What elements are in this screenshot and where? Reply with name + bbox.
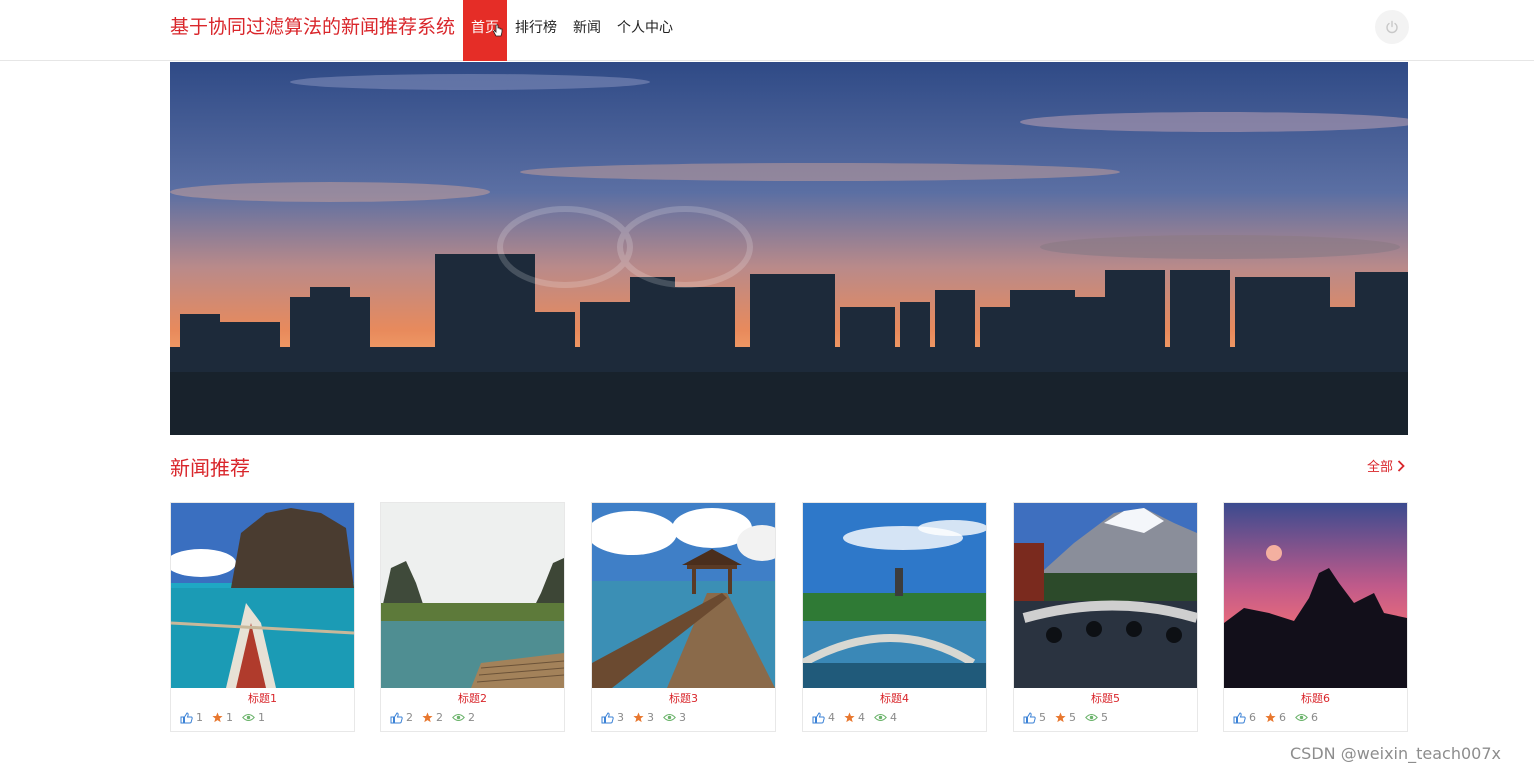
view-all-label: 全部 — [1367, 460, 1394, 475]
news-thumbnail-image[interactable] — [171, 503, 354, 688]
news-title[interactable]: 标题4 — [803, 691, 986, 707]
view-count: 4 — [890, 711, 897, 724]
news-title[interactable]: 标题1 — [171, 691, 354, 707]
view-count: 1 — [258, 711, 265, 724]
news-thumbnail-image[interactable] — [1014, 503, 1197, 688]
nav-item-ranking[interactable]: 排行榜 — [507, 0, 565, 61]
view-all-link[interactable]: 全部 — [1367, 456, 1405, 475]
star-icon[interactable] — [844, 712, 855, 723]
star-count: 1 — [226, 711, 233, 724]
news-thumbnail-image[interactable] — [381, 503, 564, 688]
news-card[interactable]: 标题6 6 6 6 — [1223, 502, 1408, 732]
like-count: 4 — [828, 711, 835, 724]
eye-icon — [663, 714, 676, 721]
like-count: 1 — [196, 711, 203, 724]
csdn-watermark: CSDN @weixin_teach007x — [1290, 744, 1501, 763]
star-count: 4 — [858, 711, 865, 724]
view-count: 6 — [1311, 711, 1318, 724]
news-thumbnail-image[interactable] — [1224, 503, 1407, 688]
like-count: 3 — [617, 711, 624, 724]
news-thumbnail-image[interactable] — [592, 503, 775, 688]
news-thumbnail-image[interactable] — [803, 503, 986, 688]
thumbs-up-icon[interactable] — [180, 711, 193, 724]
news-card[interactable]: 标题4 4 4 4 — [802, 502, 987, 732]
thumbs-up-icon[interactable] — [601, 711, 614, 724]
hand-cursor-icon — [493, 24, 503, 37]
news-stats: 5 5 5 — [1014, 711, 1197, 724]
nav-item-personal-center[interactable]: 个人中心 — [609, 0, 681, 61]
news-stats: 6 6 6 — [1224, 711, 1407, 724]
like-count: 2 — [406, 711, 413, 724]
thumbs-up-icon[interactable] — [1023, 711, 1036, 724]
eye-icon — [874, 714, 887, 721]
hero-banner-image[interactable] — [170, 62, 1408, 435]
news-title[interactable]: 标题2 — [381, 691, 564, 707]
thumbs-up-icon[interactable] — [390, 711, 403, 724]
power-icon — [1386, 20, 1398, 34]
news-card[interactable]: 标题1 1 1 1 — [170, 502, 355, 732]
news-stats: 4 4 4 — [803, 711, 986, 724]
star-icon[interactable] — [1055, 712, 1066, 723]
star-count: 3 — [647, 711, 654, 724]
star-icon[interactable] — [422, 712, 433, 723]
section-title: 新闻推荐 — [170, 456, 250, 480]
view-count: 5 — [1101, 711, 1108, 724]
nav-item-home[interactable]: 首页 — [463, 0, 507, 61]
news-card[interactable]: 标题2 2 2 2 — [380, 502, 565, 732]
eye-icon — [242, 714, 255, 721]
eye-icon — [1295, 714, 1308, 721]
star-count: 2 — [436, 711, 443, 724]
star-count: 5 — [1069, 711, 1076, 724]
eye-icon — [452, 714, 465, 721]
view-count: 2 — [468, 711, 475, 724]
star-icon[interactable] — [212, 712, 223, 723]
chevron-right-icon — [1397, 459, 1405, 472]
site-brand[interactable]: 基于协同过滤算法的新闻推荐系统 — [170, 14, 466, 40]
news-card[interactable]: 标题5 5 5 5 — [1013, 502, 1198, 732]
star-count: 6 — [1279, 711, 1286, 724]
news-title[interactable]: 标题3 — [592, 691, 775, 707]
eye-icon — [1085, 714, 1098, 721]
news-stats: 1 1 1 — [171, 711, 354, 724]
like-count: 6 — [1249, 711, 1256, 724]
top-header: 基于协同过滤算法的新闻推荐系统 首页 排行榜 新闻 个人中心 — [0, 0, 1534, 61]
news-stats: 2 2 2 — [381, 711, 564, 724]
like-count: 5 — [1039, 711, 1046, 724]
main-nav: 首页 排行榜 新闻 个人中心 — [463, 0, 681, 61]
nav-item-news[interactable]: 新闻 — [565, 0, 609, 61]
logout-button[interactable] — [1375, 10, 1409, 44]
star-icon[interactable] — [633, 712, 644, 723]
news-stats: 3 3 3 — [592, 711, 775, 724]
news-card-list: 标题1 1 1 1 标题2 2 2 2 标题3 3 3 3 标题4 4 4 4 … — [170, 502, 1408, 732]
thumbs-up-icon[interactable] — [1233, 711, 1246, 724]
news-title[interactable]: 标题6 — [1224, 691, 1407, 707]
star-icon[interactable] — [1265, 712, 1276, 723]
news-card[interactable]: 标题3 3 3 3 — [591, 502, 776, 732]
news-title[interactable]: 标题5 — [1014, 691, 1197, 707]
view-count: 3 — [679, 711, 686, 724]
thumbs-up-icon[interactable] — [812, 711, 825, 724]
